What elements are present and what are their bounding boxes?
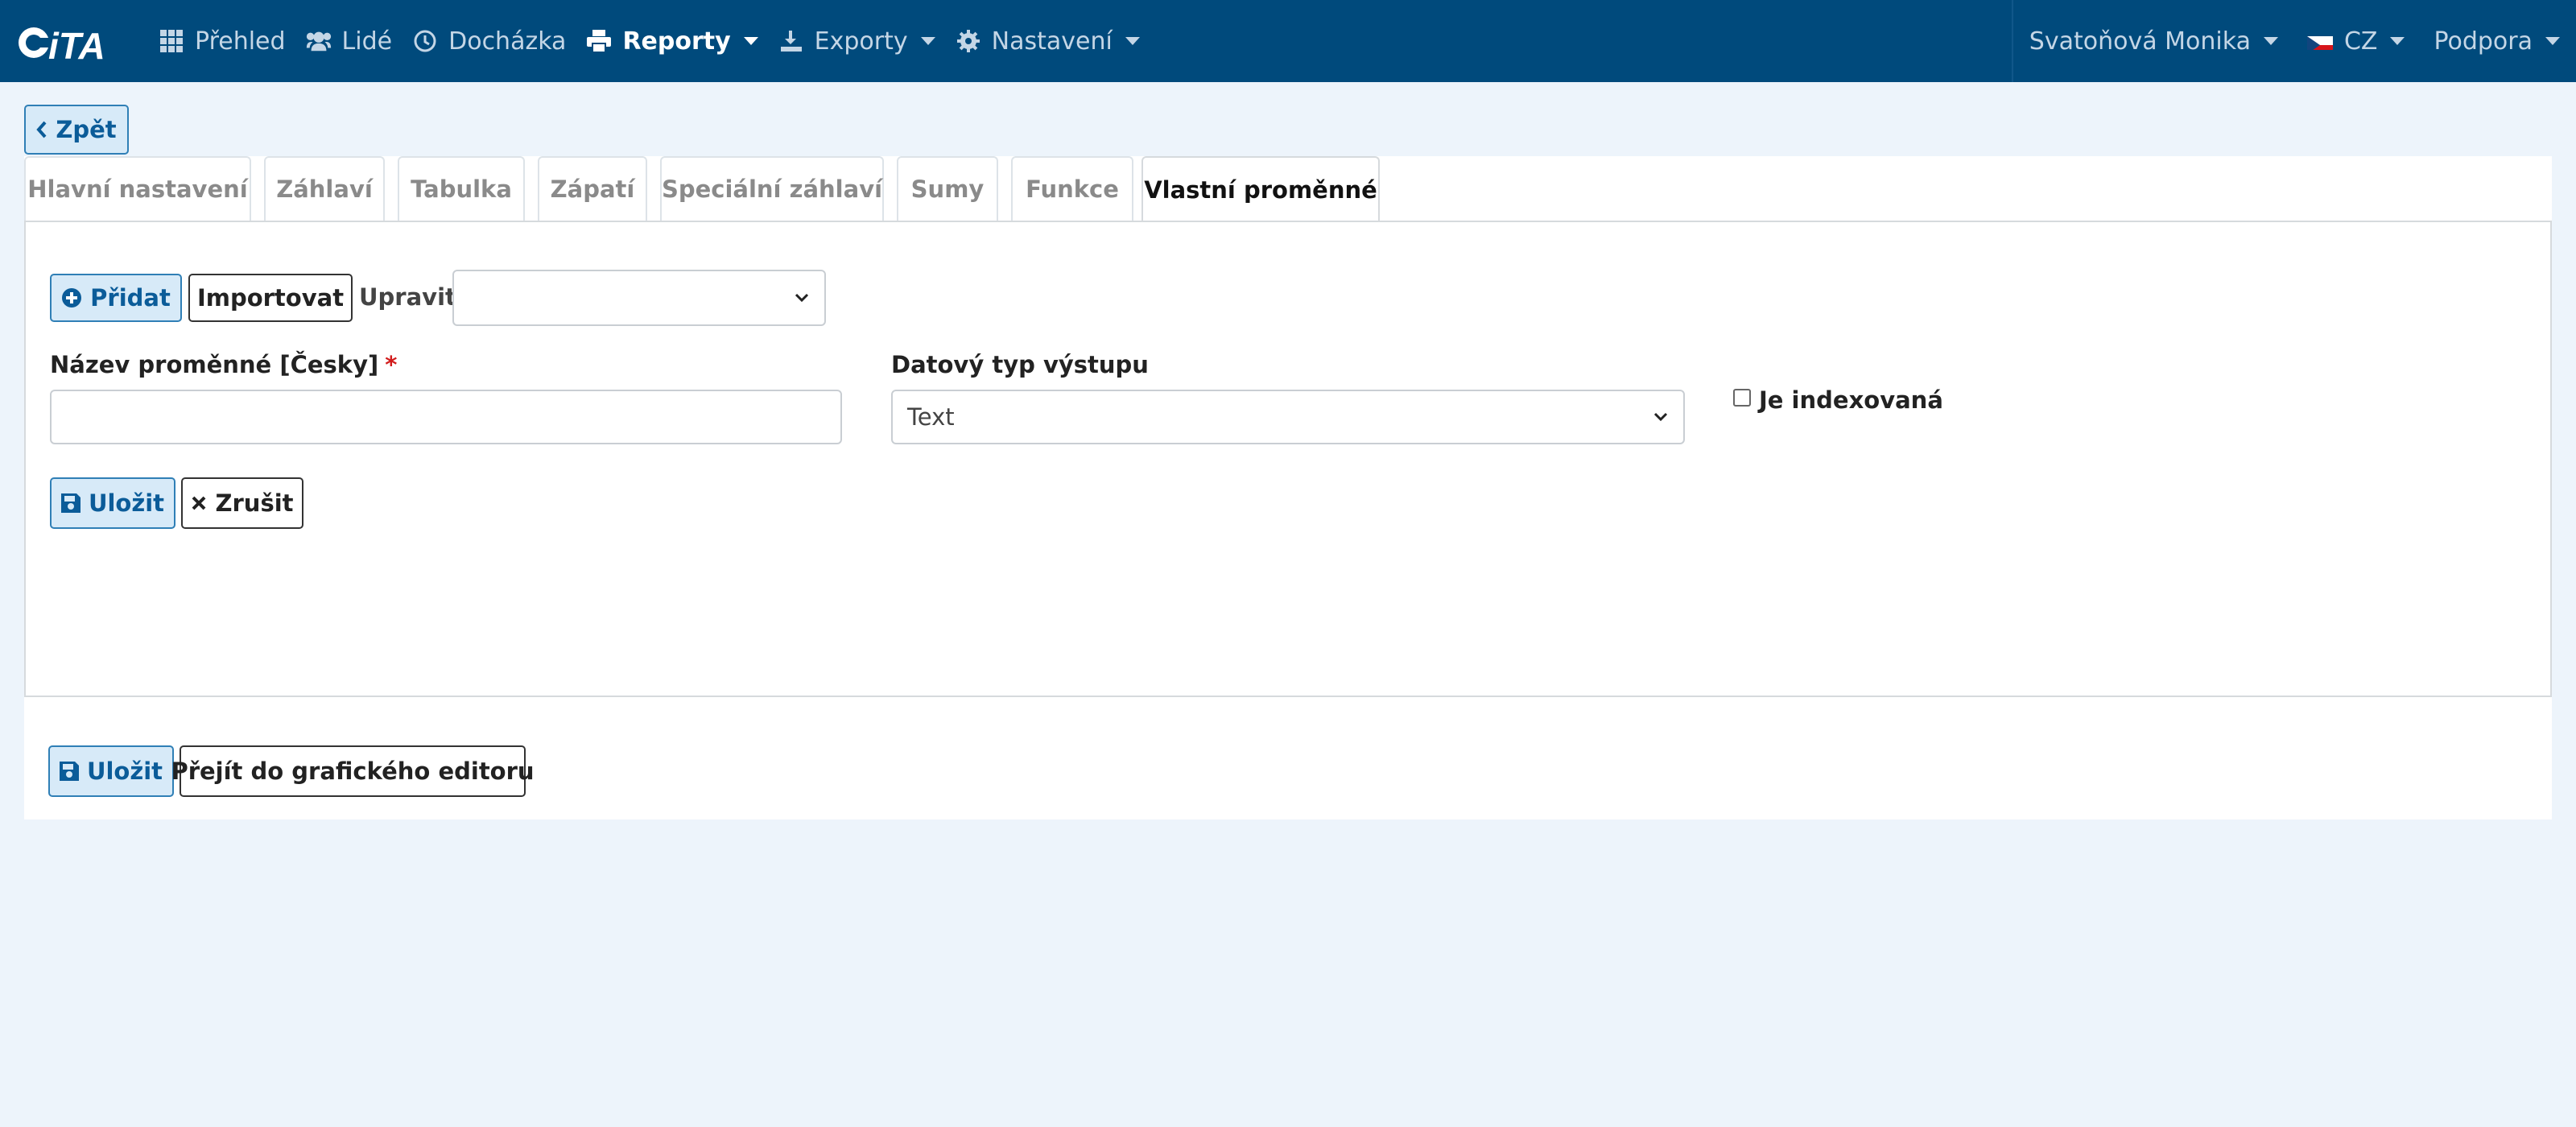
save-label: Uložit (88, 489, 165, 517)
tab-sumy[interactable]: Sumy (897, 156, 998, 221)
top-navbar: iTA Přehled Lidé Docházka Reporty Export… (0, 0, 2576, 82)
nav-item-label: Reporty (622, 27, 731, 56)
cancel-button[interactable]: Zrušit (181, 477, 303, 529)
datatype-selected-value: Text (907, 403, 955, 431)
nav-item-nastaveni[interactable]: Nastavení (945, 0, 1150, 82)
chevron-down-icon (743, 37, 758, 45)
nav-divider (2011, 0, 2013, 82)
svg-text:iTA: iTA (48, 25, 105, 62)
tab-funkce[interactable]: Funkce (1011, 156, 1133, 221)
user-menu: Svatoňová Monika CZ Podpora (2011, 0, 2576, 82)
tab-label: Hlavní nastavení (27, 175, 248, 203)
save-variable-button[interactable]: Uložit (50, 477, 175, 529)
clock-icon (411, 27, 439, 55)
chevron-down-icon (2390, 37, 2405, 45)
save-icon (60, 493, 80, 513)
nav-item-reporty[interactable]: Reporty (576, 0, 767, 82)
tab-label: Zápatí (550, 175, 635, 203)
output-datatype-label: Datový typ výstupu (891, 351, 1149, 378)
nav-item-label: Nastavení (991, 27, 1113, 56)
output-datatype-select[interactable]: Text (891, 390, 1685, 444)
tab-specialni-zahlavi[interactable]: Speciální záhlaví (660, 156, 884, 221)
tab-zapati[interactable]: Zápatí (538, 156, 647, 221)
close-icon (191, 495, 207, 511)
support-dropdown[interactable]: Podpora (2424, 0, 2576, 82)
cancel-label: Zrušit (215, 489, 294, 517)
tab-label: Sumy (910, 175, 985, 203)
nav-item-label: Lidé (341, 27, 393, 56)
tab-label: Vlastní proměnné (1144, 176, 1377, 204)
back-label: Zpět (56, 116, 117, 143)
chevron-down-icon (2545, 37, 2560, 45)
edit-label: Upravit (359, 283, 456, 311)
tab-label: Záhlaví (276, 175, 373, 203)
variable-name-label: Název proměnné [Česky] * (50, 351, 397, 378)
tab-tabulka[interactable]: Tabulka (398, 156, 525, 221)
czech-flag-icon (2306, 32, 2333, 50)
save-report-button[interactable]: Uložit (48, 745, 174, 797)
support-label: Podpora (2434, 27, 2533, 56)
chevron-down-icon (2263, 37, 2278, 45)
user-name: Svatoňová Monika (2029, 27, 2251, 56)
variable-name-field[interactable] (50, 390, 842, 444)
edit-variable-select[interactable] (452, 270, 826, 326)
nav-item-lide[interactable]: Lidé (295, 0, 402, 82)
import-button[interactable]: Importovat (188, 274, 353, 322)
tab-label: Speciální záhlaví (661, 175, 883, 203)
tab-hlavni-nastaveni[interactable]: Hlavní nastavení (24, 156, 251, 221)
chevron-left-icon (36, 121, 47, 138)
nav-item-dochazka[interactable]: Docházka (402, 0, 576, 82)
printer-icon (585, 27, 613, 55)
tab-label: Tabulka (411, 175, 512, 203)
import-label: Importovat (196, 284, 345, 312)
language-label: CZ (2343, 27, 2378, 56)
nav-item-prehled[interactable]: Přehled (148, 0, 295, 82)
add-variable-button[interactable]: Přidat (50, 274, 182, 322)
save-icon (59, 762, 79, 781)
back-button[interactable]: Zpět (24, 105, 129, 155)
ita-logo[interactable]: iTA (16, 23, 122, 62)
main-menu: Přehled Lidé Docházka Reporty Exporty Na… (148, 0, 1150, 82)
tab-zahlavi[interactable]: Záhlaví (264, 156, 385, 221)
graphic-editor-label: Přejít do grafického editoru (171, 758, 535, 785)
chevron-down-icon (795, 293, 809, 303)
chevron-down-icon (1125, 37, 1140, 45)
chevron-down-icon (1653, 412, 1668, 422)
tab-vlastni-promenne[interactable]: Vlastní proměnné (1141, 156, 1380, 222)
chevron-down-icon (920, 37, 935, 45)
add-label: Přidat (90, 284, 171, 312)
save-label: Uložit (86, 758, 163, 785)
user-dropdown[interactable]: Svatoňová Monika (2020, 0, 2297, 82)
nav-item-label: Exporty (814, 27, 908, 56)
gear-icon (955, 27, 982, 55)
plus-circle-icon (61, 287, 82, 308)
report-tabs: Hlavní nastavení Záhlaví Tabulka Zápatí … (24, 156, 2552, 222)
nav-item-label: Docházka (448, 27, 567, 56)
tab-label: Funkce (1026, 175, 1119, 203)
export-icon (778, 27, 805, 55)
language-dropdown[interactable]: CZ (2297, 0, 2425, 82)
required-marker: * (385, 351, 398, 378)
grid-icon (158, 27, 185, 55)
graphic-editor-button[interactable]: Přejít do grafického editoru (171, 745, 535, 797)
variable-name-label-text: Název proměnné [Česky] (50, 351, 379, 378)
nav-item-label: Přehled (195, 27, 286, 56)
is-indexed-label[interactable]: Je indexovaná (1759, 386, 1943, 414)
is-indexed-checkbox[interactable] (1733, 389, 1751, 407)
users-icon (305, 27, 332, 55)
nav-item-exporty[interactable]: Exporty (768, 0, 945, 82)
